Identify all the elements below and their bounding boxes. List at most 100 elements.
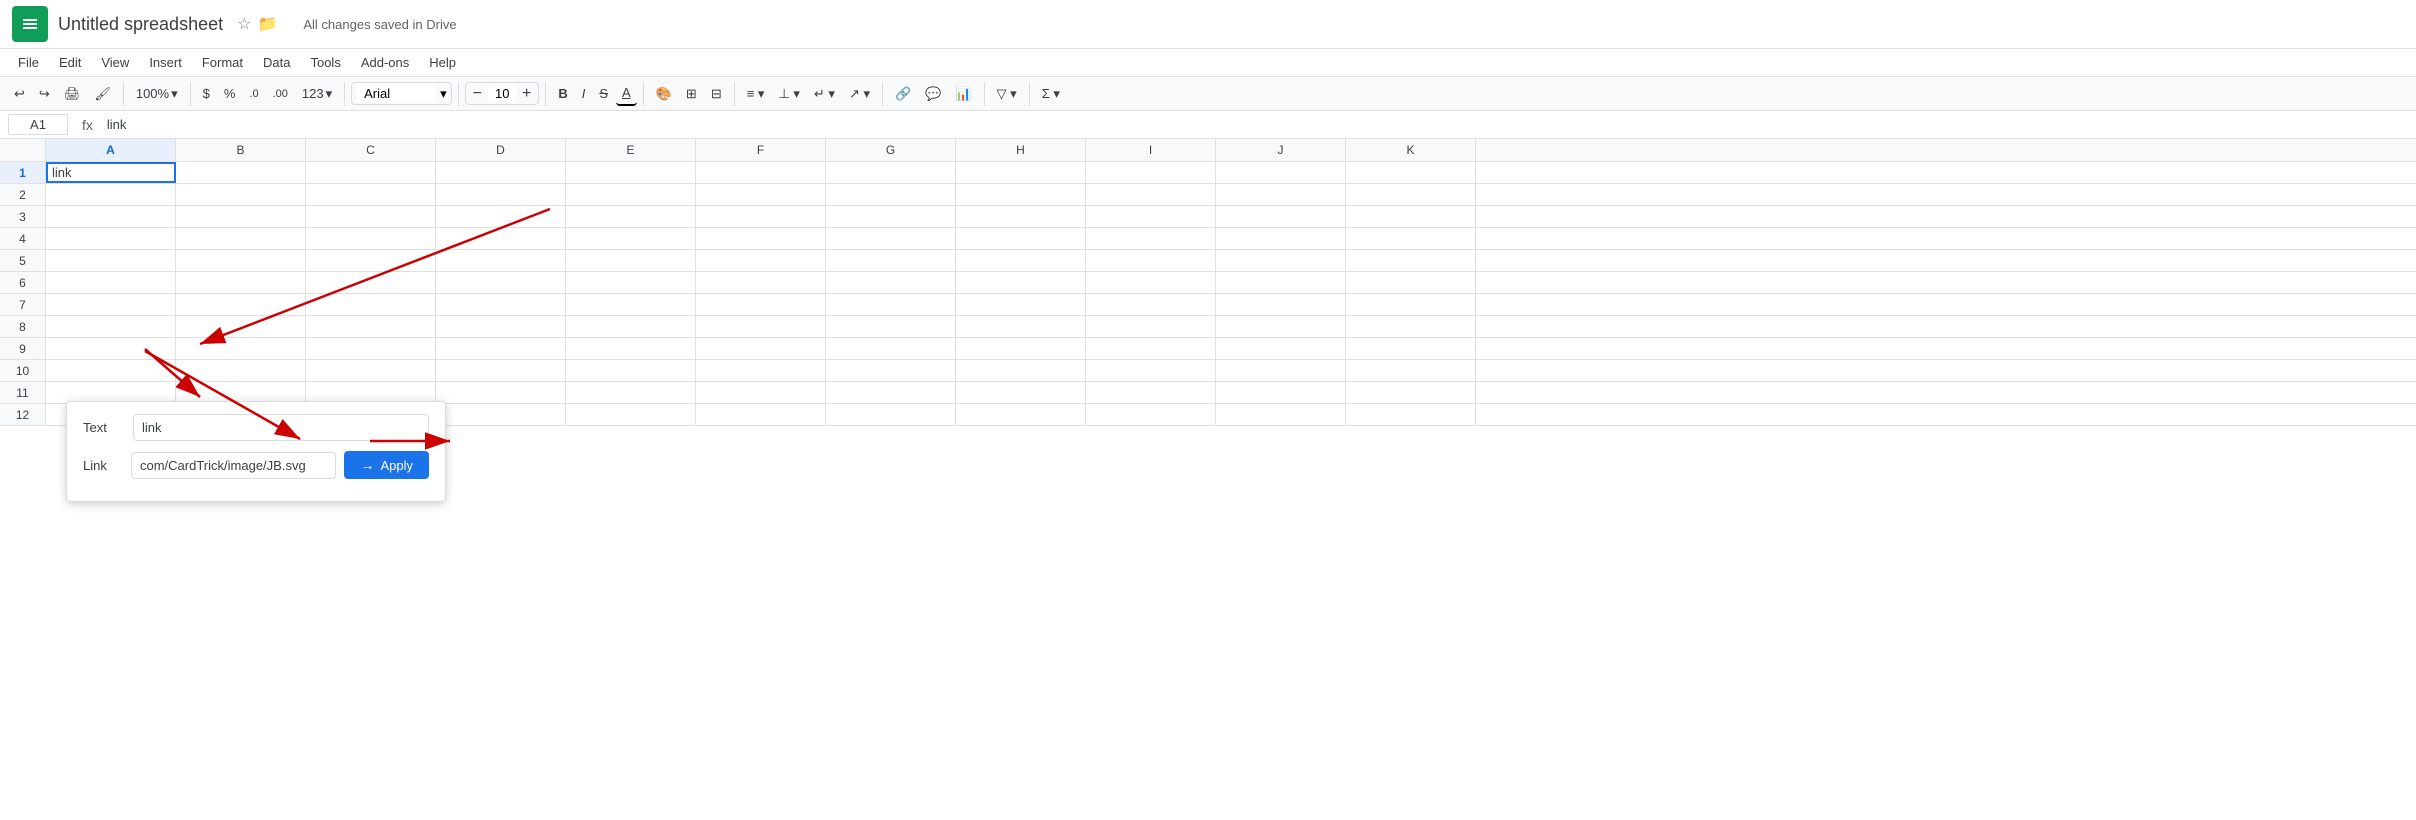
menu-bar: File Edit View Insert Format Data Tools … <box>0 49 2416 76</box>
col-header-e[interactable]: E <box>566 139 696 161</box>
divider-1 <box>123 82 124 106</box>
zoom-button[interactable]: 100% ▾ <box>130 82 184 106</box>
col-header-j[interactable]: J <box>1216 139 1346 161</box>
borders-button[interactable]: ⊞ <box>680 82 703 106</box>
row-header-4[interactable]: 4 <box>0 228 46 249</box>
col-header-d[interactable]: D <box>436 139 566 161</box>
font-size-dec-button[interactable]: − <box>470 85 485 103</box>
cell-d1[interactable] <box>436 162 566 183</box>
font-name-chevron: ▾ <box>440 86 447 102</box>
cell-g1[interactable] <box>826 162 956 183</box>
divider-5 <box>545 82 546 106</box>
row-header-11[interactable]: 11 <box>0 382 46 403</box>
row-header-12[interactable]: 12 <box>0 404 46 425</box>
save-status: All changes saved in Drive <box>303 17 456 32</box>
cell-i1[interactable] <box>1086 162 1216 183</box>
text-wrap-button[interactable]: ↵ ▾ <box>808 82 841 106</box>
cell-ref-input[interactable] <box>8 114 68 135</box>
comment-button[interactable]: 💬 <box>919 82 947 106</box>
apply-button[interactable]: → Apply <box>344 451 429 479</box>
bold-button[interactable]: B <box>552 82 573 105</box>
menu-tools[interactable]: Tools <box>300 51 350 74</box>
app-title: Untitled spreadsheet <box>58 14 223 35</box>
font-size-inc-button[interactable]: + <box>519 85 534 103</box>
folder-icon[interactable]: 📁 <box>257 14 277 34</box>
cell-a2[interactable] <box>46 184 176 205</box>
cell-b1[interactable] <box>176 162 306 183</box>
menu-view[interactable]: View <box>91 51 139 74</box>
col-header-g[interactable]: G <box>826 139 956 161</box>
print-button[interactable]: 🖨 <box>58 82 87 106</box>
formula-input[interactable] <box>107 117 2408 132</box>
menu-addons[interactable]: Add-ons <box>351 51 419 74</box>
row-header-8[interactable]: 8 <box>0 316 46 337</box>
col-header-f[interactable]: F <box>696 139 826 161</box>
cell-e1[interactable] <box>566 162 696 183</box>
table-row: 3 <box>0 206 2416 228</box>
star-icon[interactable]: ☆ <box>237 14 251 34</box>
cell-h1[interactable] <box>956 162 1086 183</box>
col-header-i[interactable]: I <box>1086 139 1216 161</box>
link-url-input[interactable] <box>131 452 336 479</box>
divider-4 <box>458 82 459 106</box>
menu-file[interactable]: File <box>8 51 49 74</box>
header-spacer <box>0 139 46 161</box>
redo-button[interactable]: ↪ <box>33 82 56 106</box>
col-header-b[interactable]: B <box>176 139 306 161</box>
format-num-button[interactable]: 123 ▾ <box>296 82 338 106</box>
zoom-chevron: ▾ <box>171 86 178 102</box>
menu-help[interactable]: Help <box>419 51 466 74</box>
cell-a1[interactable]: link <box>46 162 176 183</box>
underline-button[interactable]: A <box>616 81 637 106</box>
menu-insert[interactable]: Insert <box>139 51 192 74</box>
row-header-10[interactable]: 10 <box>0 360 46 381</box>
link-button[interactable]: 🔗 <box>889 82 917 106</box>
apply-arrow-icon: → <box>360 457 374 473</box>
cell-f1[interactable] <box>696 162 826 183</box>
divider-2 <box>190 82 191 106</box>
format-paint-button[interactable]: 🖌 <box>88 82 117 106</box>
decimal-inc-button[interactable]: .00 <box>267 84 294 104</box>
italic-button[interactable]: I <box>576 82 592 105</box>
col-header-h[interactable]: H <box>956 139 1086 161</box>
font-name-input[interactable] <box>356 84 436 103</box>
row-header-7[interactable]: 7 <box>0 294 46 315</box>
cell-k1[interactable] <box>1346 162 1476 183</box>
chart-button[interactable]: 📊 <box>949 82 977 106</box>
menu-data[interactable]: Data <box>253 51 300 74</box>
font-size-input[interactable] <box>487 84 517 103</box>
row-header-2[interactable]: 2 <box>0 184 46 205</box>
title-icons: ☆ 📁 <box>237 14 277 34</box>
divider-6 <box>643 82 644 106</box>
text-rotate-button[interactable]: ↗ ▾ <box>843 82 876 106</box>
menu-format[interactable]: Format <box>192 51 253 74</box>
link-label: Link <box>83 458 123 473</box>
divider-8 <box>882 82 883 106</box>
format-num-chevron: ▾ <box>326 86 333 102</box>
row-header-3[interactable]: 3 <box>0 206 46 227</box>
link-popup: Text Link → Apply <box>66 401 446 502</box>
col-header-k[interactable]: K <box>1346 139 1476 161</box>
row-header-9[interactable]: 9 <box>0 338 46 359</box>
percent-button[interactable]: % <box>218 82 242 105</box>
filter-button[interactable]: ▽ ▾ <box>991 82 1023 106</box>
merge-button[interactable]: ⊟ <box>705 82 728 106</box>
link-text-input[interactable] <box>133 414 429 441</box>
row-header-1[interactable]: 1 <box>0 162 46 183</box>
fill-color-button[interactable]: 🎨 <box>650 82 678 106</box>
currency-button[interactable]: $ <box>197 82 216 105</box>
functions-button[interactable]: Σ ▾ <box>1036 82 1066 106</box>
undo-button[interactable]: ↩ <box>8 82 31 106</box>
strikethrough-button[interactable]: S <box>593 82 614 105</box>
cell-c1[interactable] <box>306 162 436 183</box>
row-header-5[interactable]: 5 <box>0 250 46 271</box>
col-header-a[interactable]: A <box>46 139 176 161</box>
cell-j1[interactable] <box>1216 162 1346 183</box>
table-row: 1 link <box>0 162 2416 184</box>
col-header-c[interactable]: C <box>306 139 436 161</box>
align-h-button[interactable]: ≡ ▾ <box>741 82 771 106</box>
row-header-6[interactable]: 6 <box>0 272 46 293</box>
align-v-button[interactable]: ⊥ ▾ <box>772 82 805 106</box>
menu-edit[interactable]: Edit <box>49 51 91 74</box>
decimal-dec-button[interactable]: .0 <box>243 84 264 104</box>
